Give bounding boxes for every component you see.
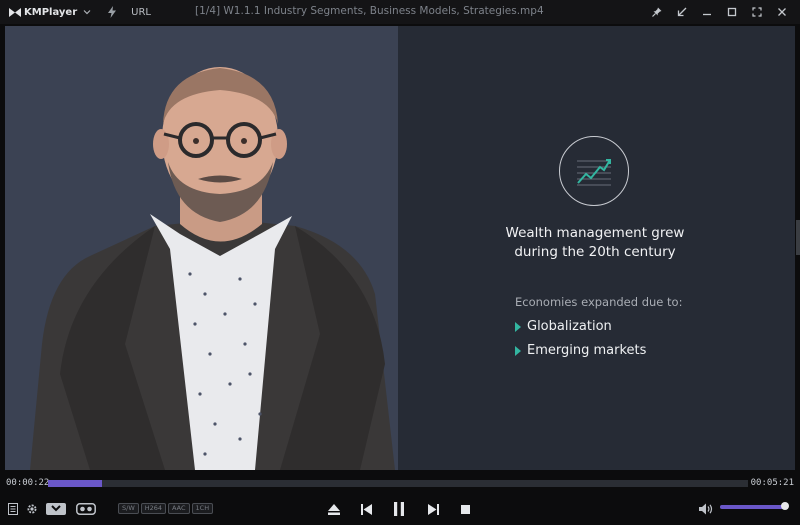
minimize-button[interactable] bbox=[694, 0, 719, 24]
previous-button[interactable] bbox=[358, 499, 374, 519]
close-icon bbox=[777, 8, 786, 16]
next-button[interactable] bbox=[425, 499, 441, 519]
volume-slider[interactable] bbox=[720, 502, 789, 510]
fullscreen-button[interactable] bbox=[744, 0, 769, 24]
codec-badge[interactable]: AAC bbox=[168, 503, 190, 514]
bullet-text: Emerging markets bbox=[527, 343, 647, 358]
stop-button[interactable] bbox=[457, 499, 473, 519]
window-title: [1/4] W1.1.1 Industry Segments, Business… bbox=[195, 5, 544, 17]
pause-icon bbox=[394, 502, 404, 516]
3d-button[interactable] bbox=[45, 499, 67, 519]
vr-icon bbox=[76, 503, 96, 515]
codec-badge[interactable]: S/W bbox=[118, 503, 139, 514]
stop-icon bbox=[460, 504, 470, 514]
growth-chart-icon bbox=[577, 159, 611, 186]
maximize-button[interactable] bbox=[719, 0, 744, 24]
speaker-figure bbox=[30, 67, 395, 470]
volume-handle[interactable] bbox=[781, 502, 789, 510]
slide-subheading: Economies expanded due to: bbox=[515, 295, 683, 309]
headline-line-1: Wealth management grew bbox=[505, 225, 685, 241]
eject-button[interactable] bbox=[326, 499, 342, 519]
pause-button[interactable] bbox=[390, 499, 408, 519]
fullscreen-icon bbox=[751, 7, 762, 17]
window-controls bbox=[644, 0, 794, 24]
volume-icon bbox=[699, 503, 713, 515]
seek-bar[interactable] bbox=[48, 480, 748, 487]
settings-icon bbox=[27, 504, 37, 514]
kmplayer-window: KMPlayer URL [1/4] W1.1.1 Industry Segme… bbox=[0, 0, 800, 525]
compact-mode-button[interactable] bbox=[669, 0, 694, 24]
total-time: 00:05:21 bbox=[750, 478, 794, 488]
control-bar: S/W H264 AAC 1CH bbox=[0, 493, 800, 525]
playlist-icon bbox=[8, 503, 18, 515]
side-panel-handle[interactable] bbox=[796, 220, 800, 255]
codec-badge[interactable]: H264 bbox=[140, 503, 167, 514]
seek-row: 00:00:22 00:05:21 bbox=[0, 474, 800, 492]
pin-button[interactable] bbox=[644, 0, 669, 24]
previous-icon bbox=[360, 503, 372, 515]
growth-chart-badge bbox=[559, 136, 629, 206]
current-time: 00:00:22 bbox=[6, 478, 50, 488]
mute-button[interactable] bbox=[698, 499, 714, 519]
kmplayer-logo-icon bbox=[9, 7, 21, 17]
title-bar: KMPlayer URL [1/4] W1.1.1 Industry Segme… bbox=[0, 0, 800, 24]
playlist-button[interactable] bbox=[6, 499, 20, 519]
vr-button[interactable] bbox=[75, 499, 97, 519]
close-button[interactable] bbox=[769, 0, 794, 24]
lightning-button[interactable] bbox=[91, 6, 117, 18]
maximize-icon bbox=[727, 7, 736, 17]
headline-line-2: during the 20th century bbox=[514, 244, 676, 260]
seek-progress bbox=[48, 480, 102, 487]
settings-button[interactable] bbox=[25, 499, 39, 519]
app-menu-button[interactable]: KMPlayer bbox=[9, 7, 91, 18]
codec-badges: S/W H264 AAC 1CH bbox=[118, 503, 214, 514]
eject-icon bbox=[328, 503, 340, 515]
lightning-icon bbox=[108, 6, 117, 18]
bullet-item: Emerging markets bbox=[515, 343, 646, 358]
bullet-text: Globalization bbox=[527, 319, 612, 334]
app-name: KMPlayer bbox=[24, 6, 78, 18]
next-icon bbox=[427, 503, 439, 515]
video-display[interactable]: Wealth management grew during the 20th c… bbox=[5, 26, 795, 470]
bullet-arrow-icon bbox=[515, 321, 521, 332]
3d-glasses-icon bbox=[46, 503, 66, 515]
slide-headline: Wealth management grew during the 20th c… bbox=[485, 224, 705, 262]
minimize-icon bbox=[702, 13, 711, 16]
chevron-down-icon bbox=[83, 10, 91, 15]
url-button[interactable]: URL bbox=[131, 7, 151, 18]
volume-level bbox=[720, 505, 785, 509]
codec-badge[interactable]: 1CH bbox=[191, 503, 214, 514]
compact-mode-icon bbox=[677, 7, 686, 17]
bullet-arrow-icon bbox=[515, 345, 521, 356]
bullet-item: Globalization bbox=[515, 319, 612, 334]
pin-icon bbox=[651, 7, 661, 17]
